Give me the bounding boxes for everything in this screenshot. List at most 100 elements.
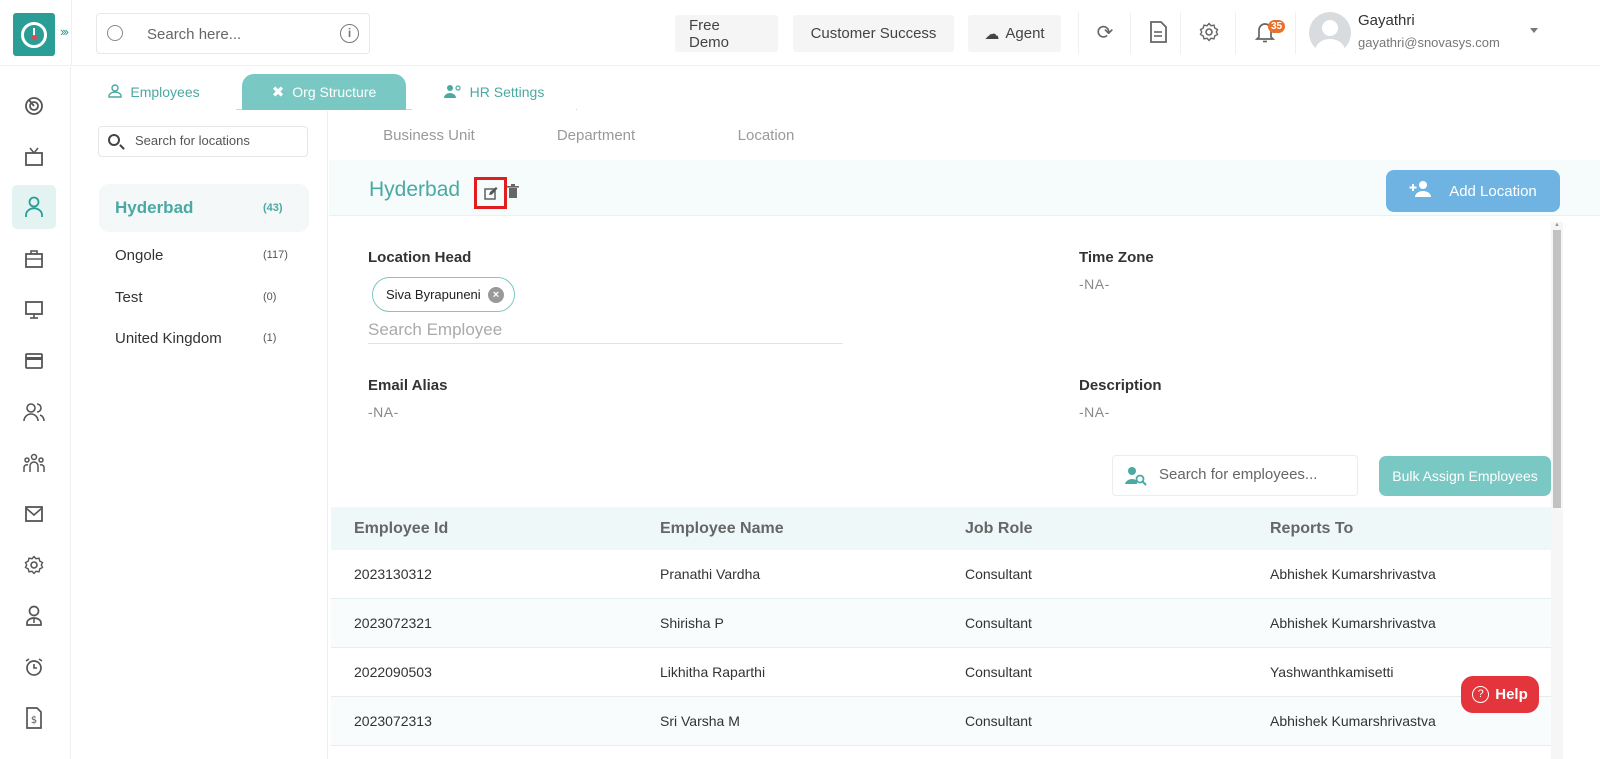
description-label: Description bbox=[1079, 377, 1162, 394]
location-search-input[interactable] bbox=[135, 133, 300, 148]
briefcase-icon[interactable] bbox=[12, 237, 56, 281]
time-zone-value: -NA- bbox=[1079, 276, 1110, 292]
location-head-chip: Siva Byrapuneni × bbox=[372, 277, 515, 312]
tab-label: Employees bbox=[130, 84, 200, 100]
location-name: Hyderbad bbox=[115, 198, 194, 217]
tab-label: HR Settings bbox=[469, 84, 545, 100]
location-count: (1) bbox=[263, 332, 277, 344]
dashboard-icon[interactable] bbox=[12, 84, 56, 128]
user-menu-caret-icon[interactable] bbox=[1530, 28, 1538, 33]
column-header-employee-id[interactable]: Employee Id bbox=[354, 520, 448, 538]
scroll-up-arrow-icon[interactable]: ▲ bbox=[1554, 222, 1560, 228]
tv-icon[interactable] bbox=[12, 135, 56, 179]
cloud-download-icon: ☁ bbox=[984, 25, 1000, 43]
email-alias-value: -NA- bbox=[368, 404, 399, 420]
location-head-label: Location Head bbox=[368, 249, 472, 266]
bulk-assign-employees-button[interactable]: Bulk Assign Employees bbox=[1379, 456, 1551, 496]
table-header: Employee Id Employee Name Job Role Repor… bbox=[331, 507, 1552, 550]
app-logo[interactable] bbox=[13, 13, 55, 56]
location-item-hyderbad[interactable]: Hyderbad (43) bbox=[99, 184, 309, 232]
mail-icon[interactable] bbox=[12, 492, 56, 536]
table-row[interactable]: 2023072321 Shirisha P Consultant Abhishe… bbox=[331, 599, 1552, 648]
delete-location-button[interactable] bbox=[507, 184, 519, 198]
employee-id-cell: 2023072313 bbox=[354, 713, 432, 729]
job-role-cell: Consultant bbox=[965, 615, 1032, 631]
expand-sidebar-icon[interactable]: ››› bbox=[60, 24, 69, 39]
team-icon[interactable] bbox=[12, 441, 56, 485]
column-header-reports-to[interactable]: Reports To bbox=[1270, 520, 1353, 538]
reports-to-cell: Abhishek Kumarshrivastva bbox=[1270, 615, 1436, 631]
refresh-icon[interactable]: ⟳ bbox=[1090, 17, 1120, 47]
tab-hr-settings[interactable]: HR Settings bbox=[412, 74, 576, 110]
employee-search-input[interactable] bbox=[1159, 466, 1349, 483]
global-search-input[interactable] bbox=[147, 22, 327, 46]
time-zone-label: Time Zone bbox=[1079, 249, 1154, 266]
document-icon[interactable] bbox=[1143, 17, 1173, 47]
content-scrollbar[interactable]: ▲ bbox=[1551, 222, 1563, 759]
module-tabs: Employees ✖ Org Structure HR Settings bbox=[72, 72, 577, 110]
divider bbox=[1235, 12, 1236, 54]
search-icon bbox=[108, 134, 120, 146]
employee-id-cell: 2023130312 bbox=[354, 566, 432, 582]
column-header-employee-name[interactable]: Employee Name bbox=[660, 520, 784, 538]
tools-icon: ✖ bbox=[271, 84, 285, 101]
notification-badge: 35 bbox=[1268, 20, 1286, 33]
scrollbar-thumb[interactable] bbox=[1553, 230, 1561, 508]
tab-location[interactable]: Location bbox=[702, 116, 830, 155]
avatar[interactable] bbox=[1309, 12, 1351, 54]
users-icon[interactable] bbox=[12, 390, 56, 434]
divider bbox=[71, 0, 72, 66]
employee-icon[interactable] bbox=[12, 594, 56, 638]
user-icon[interactable] bbox=[12, 185, 56, 229]
employee-name-cell: Shirisha P bbox=[660, 615, 724, 631]
tab-business-unit[interactable]: Business Unit bbox=[365, 116, 493, 155]
card-icon[interactable] bbox=[12, 339, 56, 383]
tab-label: Org Structure bbox=[292, 84, 377, 100]
invoice-icon[interactable]: $ bbox=[12, 696, 56, 740]
user-settings-icon bbox=[443, 84, 462, 101]
location-item-united-kingdom[interactable]: United Kingdom (1) bbox=[99, 314, 309, 362]
job-role-cell: Consultant bbox=[965, 664, 1032, 680]
table-body: 2023130312 Pranathi Vardha Consultant Ab… bbox=[331, 550, 1552, 746]
column-header-job-role[interactable]: Job Role bbox=[965, 520, 1033, 538]
agent-button[interactable]: ☁ Agent bbox=[968, 15, 1061, 52]
tab-employees[interactable]: Employees bbox=[72, 74, 236, 110]
clock-icon bbox=[21, 21, 47, 48]
remove-chip-icon[interactable]: × bbox=[488, 287, 504, 303]
global-search[interactable]: i bbox=[96, 13, 370, 54]
settings-icon[interactable] bbox=[12, 543, 56, 587]
monitor-icon[interactable] bbox=[12, 288, 56, 332]
help-button[interactable]: ? Help bbox=[1461, 676, 1539, 713]
location-title: Hyderbad bbox=[369, 178, 461, 201]
employee-id-cell: 2023072321 bbox=[354, 615, 432, 631]
user-name: Gayathri bbox=[1358, 12, 1415, 29]
tab-org-structure[interactable]: ✖ Org Structure bbox=[242, 74, 406, 110]
edit-location-button[interactable] bbox=[474, 177, 507, 209]
add-location-button[interactable]: Add Location bbox=[1386, 170, 1560, 212]
add-location-label: Add Location bbox=[1449, 182, 1537, 200]
free-demo-button[interactable]: Free Demo bbox=[675, 15, 778, 52]
top-bar: ››› i Free Demo Customer Success ☁ Agent… bbox=[0, 0, 1600, 66]
divider bbox=[1130, 12, 1131, 54]
employees-table: Employee Id Employee Name Job Role Repor… bbox=[331, 507, 1552, 746]
location-search[interactable] bbox=[98, 126, 308, 157]
table-row[interactable]: 2022090503 Likhitha Raparthi Consultant … bbox=[331, 648, 1552, 697]
reports-to-cell: Yashwanthkamisetti bbox=[1270, 664, 1394, 680]
employee-id-cell: 2022090503 bbox=[354, 664, 432, 680]
customer-success-button[interactable]: Customer Success bbox=[793, 15, 954, 52]
employee-name-cell: Sri Varsha M bbox=[660, 713, 740, 729]
divider bbox=[1295, 12, 1296, 54]
employee-name-cell: Likhitha Raparthi bbox=[660, 664, 766, 680]
search-employee-input[interactable] bbox=[368, 316, 843, 344]
divider bbox=[1078, 12, 1079, 54]
help-label: Help bbox=[1495, 686, 1528, 703]
tab-department[interactable]: Department bbox=[532, 116, 660, 155]
table-row[interactable]: 2023072313 Sri Varsha M Consultant Abhis… bbox=[331, 697, 1552, 746]
table-row[interactable]: 2023130312 Pranathi Vardha Consultant Ab… bbox=[331, 550, 1552, 599]
location-item-ongole[interactable]: Ongole (117) bbox=[99, 231, 309, 279]
alarm-icon[interactable] bbox=[12, 645, 56, 689]
info-icon[interactable]: i bbox=[340, 24, 359, 43]
location-count: (43) bbox=[263, 202, 283, 214]
employee-search[interactable] bbox=[1112, 455, 1358, 496]
settings-icon[interactable] bbox=[1194, 17, 1224, 47]
